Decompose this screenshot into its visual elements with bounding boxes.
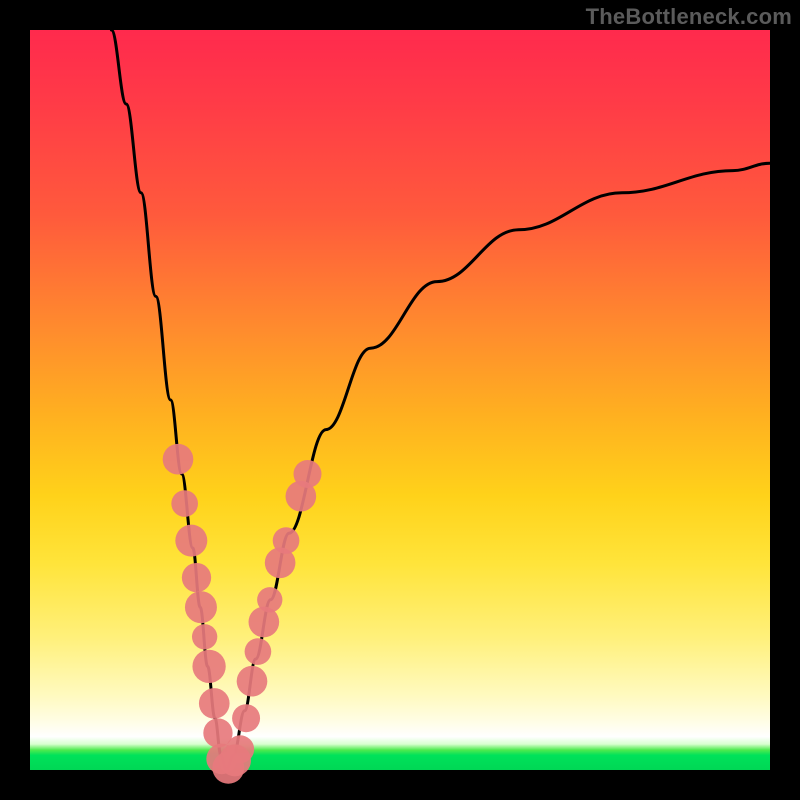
dot [163,444,194,475]
dot [182,563,211,592]
plot-area [30,30,770,770]
dot [294,460,322,488]
dot [199,688,230,719]
dot [171,490,198,517]
dot [175,525,207,557]
dot [245,638,272,665]
dot [273,527,300,554]
highlight-dots [163,444,322,784]
dot [226,735,254,763]
dot [232,704,260,732]
dot [185,591,217,623]
chart-frame: TheBottleneck.com [0,0,800,800]
dot [192,650,225,683]
dot [237,666,268,697]
dot [257,587,282,612]
chart-svg [30,30,770,770]
dot [192,624,217,649]
watermark-text: TheBottleneck.com [586,4,792,30]
